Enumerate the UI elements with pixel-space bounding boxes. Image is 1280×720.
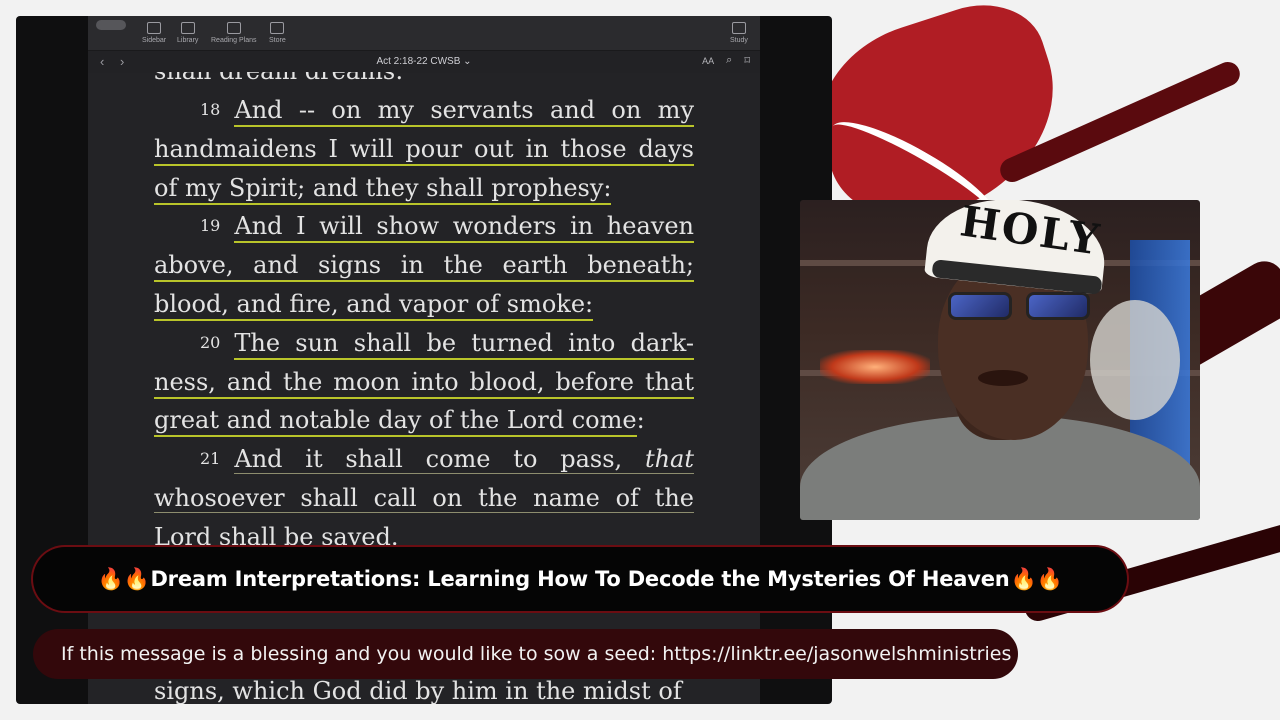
italic-word-that[interactable]: that (644, 445, 694, 475)
title-banner: 🔥🔥 Dream Interpretations: Learning How T… (33, 547, 1127, 611)
toolbar-store-button[interactable]: Store (269, 22, 286, 44)
verse-number: 19 (200, 216, 221, 236)
sidebar-icon (147, 22, 162, 34)
verse-20: 20 The sun shall be turned into dark-ness… (154, 324, 694, 440)
previous-verse-fragment: shall dream dreams: (154, 72, 694, 91)
toolbar-study-button[interactable]: Study (730, 22, 748, 44)
verse-21: 21 And it shall come to pass, that whosoe… (154, 440, 694, 556)
glasses-icon (948, 292, 1098, 324)
app-toolbar: Sidebar Library Reading Plans Store Stud… (88, 16, 760, 51)
search-icon[interactable]: ⌕ (726, 54, 732, 67)
text-size-button[interactable]: AA (702, 56, 714, 67)
toolbar-sidebar-button[interactable]: Sidebar (142, 22, 166, 44)
bookmark-icon[interactable]: ⌑ (744, 54, 750, 67)
verse-text-cont[interactable]: whosoever shall call on the name of the … (154, 483, 694, 552)
store-icon (270, 22, 285, 34)
webcam-feed: HOLY (800, 200, 1200, 520)
verse-18: 18 And -- on my servants and on my handma… (154, 91, 694, 207)
banner-title: Dream Interpretations: Learning How To D… (150, 567, 1010, 591)
verse-text[interactable]: And it shall come to pass, (234, 445, 645, 475)
verse-number: 18 (200, 100, 221, 119)
fire-emoji-icon: 🔥🔥 (1010, 566, 1063, 591)
verse-text[interactable]: And -- on my servants and on my handmaid… (154, 96, 694, 205)
fire-emoji-icon: 🔥🔥 (97, 566, 150, 591)
verse-number: 21 (200, 449, 221, 469)
reference-bar: ‹ › Act 2:18-22 CWSB ⌄ AA ⌕ ⌑ (88, 51, 760, 73)
verse-word-come[interactable]: come (571, 406, 637, 438)
scripture-text: shall dream dreams: 18And -- on my serva… (154, 72, 694, 704)
donation-message: If this message is a blessing and you wo… (61, 643, 1012, 665)
passage-reference[interactable]: Act 2:18-22 CWSB ⌄ (88, 56, 760, 67)
window-pill-icon[interactable] (96, 20, 126, 30)
verse-text[interactable]: And I will show wonders in heaven above,… (154, 212, 694, 321)
verse-19: 19 And I will show wonders in heaven abov… (154, 207, 694, 323)
library-icon (180, 22, 195, 34)
reading-plans-icon (226, 22, 241, 34)
donation-banner: If this message is a blessing and you wo… (33, 629, 1018, 679)
verse-number: 20 (200, 332, 221, 352)
study-icon (731, 22, 746, 34)
toolbar-library-button[interactable]: Library (177, 22, 198, 44)
toolbar-reading-plans-button[interactable]: Reading Plans (211, 22, 257, 44)
